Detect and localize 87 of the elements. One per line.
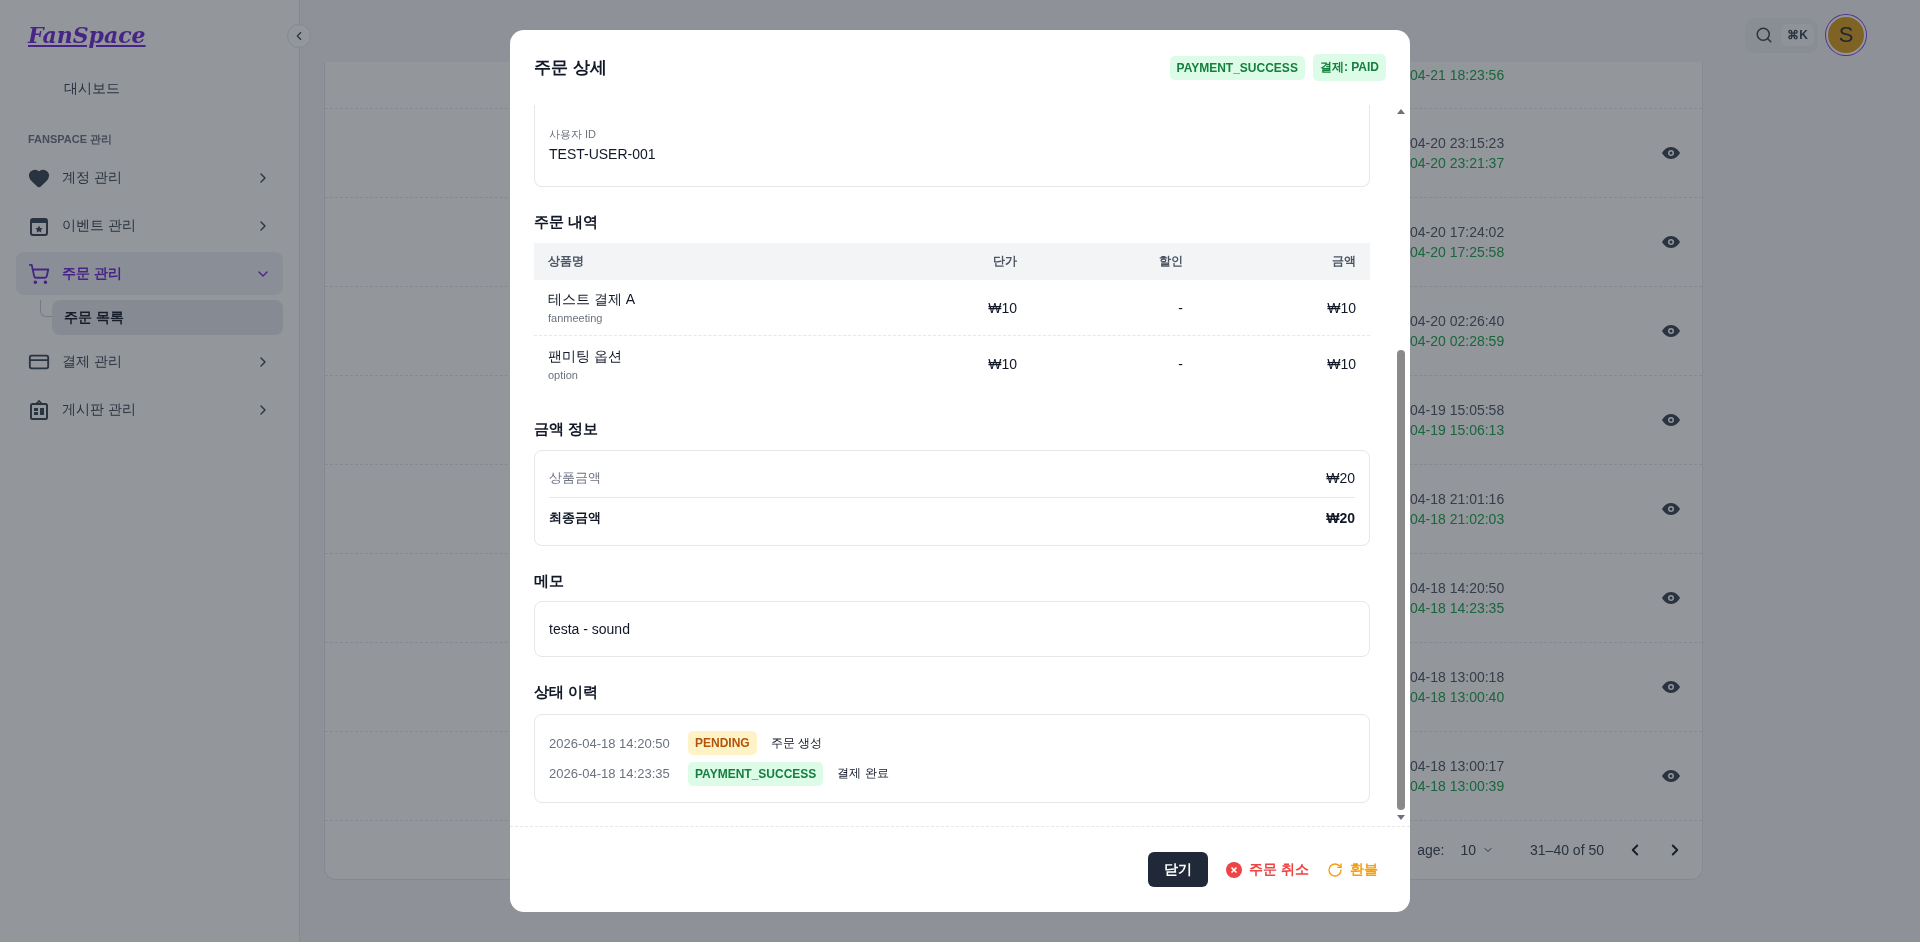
table-cell-text: - bbox=[1177, 356, 1184, 372]
nav-item[interactable]: 게시판 관리 bbox=[16, 388, 283, 431]
status-badge: 결제: PAID bbox=[1312, 54, 1386, 81]
table-cell: 04-19 15:05:58 bbox=[1410, 401, 1505, 419]
eye-icon bbox=[1661, 236, 1680, 248]
status-badge: PAYMENT_SUCCESS bbox=[1169, 55, 1305, 80]
shortcut-key: ⌘K bbox=[1781, 24, 1814, 46]
section-title: 메모 bbox=[534, 571, 564, 591]
history-note: 주문 생성 bbox=[770, 734, 823, 752]
table-cell: 04-18 13:00:39 bbox=[1410, 777, 1505, 795]
table-cell: 04-18 13:00:40 bbox=[1410, 688, 1505, 706]
section-title: 금액 정보 bbox=[534, 419, 599, 439]
view-button[interactable] bbox=[1661, 681, 1680, 693]
view-button[interactable] bbox=[1661, 147, 1680, 159]
table-cell: 04-20 17:24:02 bbox=[1410, 223, 1505, 241]
table-cell: 04-20 02:28:59 bbox=[1410, 332, 1505, 350]
close-circle-icon bbox=[1226, 861, 1243, 878]
nav-item[interactable]: 이벤트 관리 bbox=[16, 204, 283, 247]
history-time: 2026-04-18 14:23:35 bbox=[549, 766, 671, 782]
table-cell: 04-20 23:21:37 bbox=[1410, 154, 1505, 172]
nav-item[interactable]: 주문 관리 bbox=[16, 252, 283, 295]
nav-item[interactable]: 대시보드 bbox=[64, 70, 120, 106]
eye-icon bbox=[1661, 770, 1680, 782]
view-button[interactable] bbox=[1661, 325, 1680, 337]
section-label: FANSPACE 관리 bbox=[28, 132, 113, 147]
eye-icon bbox=[1661, 681, 1680, 693]
nav-item[interactable]: 계정 관리 bbox=[16, 156, 283, 199]
view-button[interactable] bbox=[1661, 414, 1680, 426]
table-cell-text: ₩10 bbox=[1326, 299, 1357, 316]
table-cell: 04-20 17:25:58 bbox=[1410, 243, 1505, 261]
view-button[interactable] bbox=[1661, 503, 1680, 515]
status-badge: PAYMENT_SUCCESS bbox=[688, 761, 824, 786]
board-icon bbox=[28, 398, 50, 421]
eye-icon bbox=[1661, 592, 1680, 604]
view-button[interactable] bbox=[1661, 236, 1680, 248]
amount-label: 최종금액 bbox=[549, 508, 601, 527]
amount-value: ₩20 bbox=[1326, 509, 1355, 526]
field-value: TEST-USER-001 bbox=[549, 146, 656, 162]
status-badge: PENDING bbox=[688, 731, 757, 756]
table-cell-text: ₩10 bbox=[1326, 356, 1357, 372]
rows-per-page-select[interactable]: 10 bbox=[1460, 842, 1495, 858]
table-cell-text: ₩10 bbox=[987, 299, 1018, 316]
logo: FanSpace bbox=[28, 21, 146, 50]
view-button[interactable] bbox=[1661, 770, 1680, 782]
table-cell: 04-20 23:15:23 bbox=[1410, 134, 1505, 152]
collapse-button[interactable] bbox=[287, 24, 311, 48]
product-category: fanmeeting bbox=[548, 312, 603, 324]
eye-icon bbox=[1661, 147, 1680, 159]
eye-icon bbox=[1661, 325, 1680, 337]
eye-icon bbox=[1661, 503, 1680, 515]
table-cell-text: ₩10 bbox=[987, 356, 1018, 372]
table-cell: 04-20 02:26:40 bbox=[1410, 312, 1505, 330]
search-button[interactable]: ⌘K bbox=[1745, 17, 1818, 53]
nav-subitem[interactable]: 주문 목록 bbox=[52, 300, 283, 335]
product-category: option bbox=[548, 368, 578, 381]
eye-icon bbox=[1661, 414, 1680, 426]
page-range: 31–40 of 50 bbox=[1530, 842, 1604, 858]
cart-icon bbox=[28, 262, 50, 285]
product-name: 테스트 결제 A bbox=[548, 291, 636, 309]
table-cell: 04-18 14:20:50 bbox=[1410, 579, 1505, 597]
view-button[interactable] bbox=[1661, 592, 1680, 604]
product-name: 팬미팅 옵션 bbox=[548, 347, 622, 366]
history-time: 2026-04-18 14:20:50 bbox=[549, 735, 671, 751]
field-label: 사용자 ID bbox=[549, 127, 597, 142]
table-cell: 04-18 21:01:16 bbox=[1410, 490, 1505, 508]
table-cell: 04-18 14:23:35 bbox=[1410, 599, 1505, 617]
memo-text: testa - sound bbox=[549, 621, 630, 637]
table-cell: 04-18 21:02:03 bbox=[1410, 510, 1505, 528]
user-avatar[interactable]: S bbox=[1826, 15, 1866, 55]
section-title: 상태 이력 bbox=[534, 682, 599, 702]
history-note: 결제 완료 bbox=[837, 765, 889, 783]
table-cell: 04-21 18:23:56 bbox=[1410, 66, 1505, 84]
close-button[interactable]: 닫기 bbox=[1148, 852, 1209, 887]
cancel-order-button[interactable]: 주문 취소 bbox=[1226, 852, 1309, 887]
table-header: 상품명 단가 할인 금액 bbox=[534, 243, 1370, 280]
dialog-title: 주문 상세 bbox=[534, 57, 608, 79]
table-cell: 04-18 13:00:18 bbox=[1410, 668, 1505, 686]
amount-value: ₩20 bbox=[1326, 470, 1355, 486]
rows-per-page-label: age: bbox=[1417, 842, 1445, 858]
table-cell: 04-19 15:06:13 bbox=[1410, 421, 1505, 439]
table-cell-text: - bbox=[1177, 299, 1184, 316]
nav-item[interactable]: 결제 관리 bbox=[16, 340, 283, 383]
refresh-icon bbox=[1327, 861, 1343, 878]
search-icon bbox=[1755, 26, 1774, 44]
amount-label: 상품금액 bbox=[549, 469, 601, 487]
section-title: 주문 내역 bbox=[534, 212, 599, 232]
table-cell: 04-18 13:00:17 bbox=[1410, 757, 1505, 775]
